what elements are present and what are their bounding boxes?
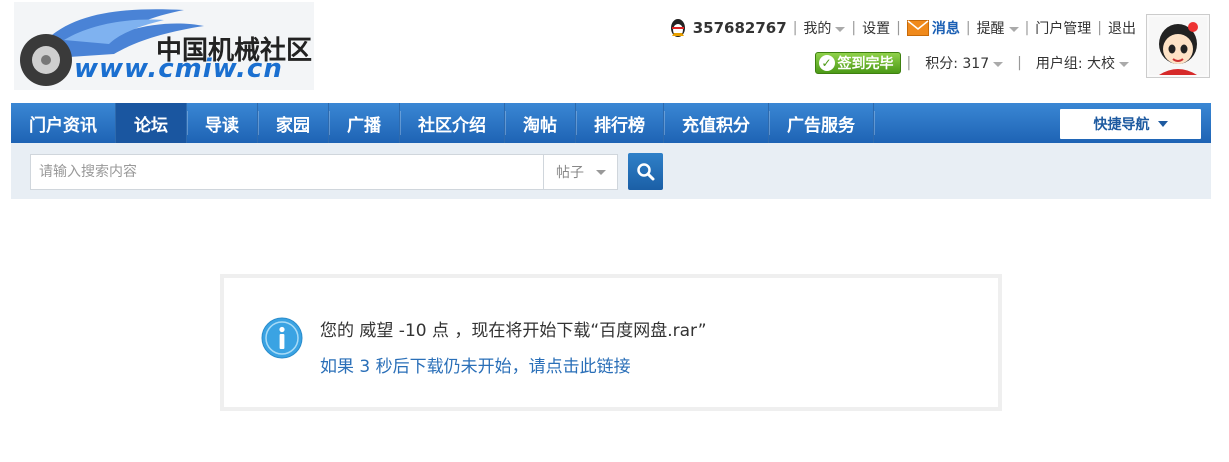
download-message-box: 您的 威望 -10 点 ，现在将开始下载“百度网盘.rar” 如果 3 秒后下载…	[220, 274, 1002, 411]
chevron-down-icon	[596, 169, 606, 175]
search-icon	[636, 162, 654, 180]
user-toolbar: 357682767 | 我的 | 设置 | 消息 | 提醒 | 门户管理 | 退…	[669, 17, 1136, 39]
search-bar: 请输入搜索内容 帖子	[11, 143, 1211, 199]
manual-download-link[interactable]: 如果 3 秒后下载仍未开始，请点击此链接	[320, 352, 631, 377]
reminders-label: 提醒	[976, 21, 1005, 37]
separator: |	[896, 20, 901, 36]
usergroup-label: 用户组: 大校	[1035, 56, 1115, 72]
avatar-cartoon-icon	[1149, 17, 1207, 75]
search-type-select[interactable]: 帖子	[543, 154, 618, 190]
separator: |	[1097, 20, 1102, 36]
chevron-down-icon	[835, 26, 846, 32]
nav-item[interactable]: 门户资讯	[11, 103, 117, 143]
nav-item[interactable]: 家园	[258, 103, 330, 143]
search-input[interactable]: 请输入搜索内容	[30, 154, 543, 190]
nav-item[interactable]: 导读	[187, 103, 259, 143]
download-status-text: 您的 威望 -10 点 ，现在将开始下载“百度网盘.rar”	[320, 321, 707, 341]
my-menu[interactable]: 我的	[803, 18, 846, 38]
chevron-down-icon	[993, 61, 1004, 67]
user-status-bar: ✓ 签到完毕 | 积分: 317 | 用户组: 大校	[814, 51, 1129, 75]
points-label: 积分: 317	[925, 56, 990, 72]
signed-in-badge[interactable]: ✓ 签到完毕	[814, 52, 901, 74]
user-id-link[interactable]: 357682767	[693, 19, 787, 37]
messages-link[interactable]: 消息	[906, 18, 960, 38]
points-menu[interactable]: 积分: 317	[925, 53, 1004, 73]
mail-icon	[906, 20, 929, 36]
caret-down-icon	[1157, 121, 1168, 127]
reminders-menu[interactable]: 提醒	[977, 18, 1019, 38]
search-type-label: 帖子	[556, 165, 584, 181]
site-logo[interactable]: 中国机械社区 www.cmiw.cn	[14, 2, 314, 90]
separator: |	[851, 20, 857, 36]
nav-item[interactable]: 广告服务	[769, 103, 875, 143]
separator: |	[1017, 55, 1022, 71]
nav-item[interactable]: 广播	[329, 103, 401, 143]
nav-item[interactable]: 排行榜	[576, 103, 665, 143]
logo-url-text: www.cmiw.cn	[74, 54, 283, 84]
nav-item[interactable]: 充值积分	[664, 103, 770, 143]
separator: |	[1024, 20, 1030, 36]
qq-penguin-icon	[670, 19, 685, 37]
quick-nav-label: 快捷导航	[1093, 117, 1150, 133]
messages-label: 消息	[931, 21, 960, 37]
quick-nav-button[interactable]: 快捷导航	[1060, 109, 1201, 139]
separator: |	[965, 20, 971, 36]
avatar[interactable]	[1146, 14, 1210, 78]
logout-link[interactable]: 退出	[1108, 18, 1136, 38]
separator: |	[792, 20, 798, 36]
check-icon: ✓	[818, 55, 835, 71]
chevron-down-icon	[1008, 26, 1019, 32]
search-button[interactable]	[628, 153, 663, 190]
site-header: 中国机械社区 www.cmiw.cn 357682767 | 我的 | 设置 |…	[0, 0, 1229, 100]
signed-in-label: 签到完毕	[837, 56, 894, 72]
my-menu-label: 我的	[803, 21, 832, 37]
chevron-down-icon	[1119, 61, 1129, 67]
nav-item[interactable]: 论坛	[116, 103, 188, 143]
usergroup-menu[interactable]: 用户组: 大校	[1036, 53, 1129, 73]
info-icon	[261, 317, 303, 359]
settings-link[interactable]: 设置	[862, 18, 890, 38]
nav-item[interactable]: 社区介绍	[400, 103, 506, 143]
main-nav: 门户资讯 论坛 导读 家园 广播 社区介绍 淘帖 排行榜 充值积分 广告服务 快捷导航	[11, 103, 1211, 143]
nav-item[interactable]: 淘帖	[505, 103, 577, 143]
portal-admin-link[interactable]: 门户管理	[1035, 18, 1091, 38]
separator: |	[906, 55, 912, 71]
